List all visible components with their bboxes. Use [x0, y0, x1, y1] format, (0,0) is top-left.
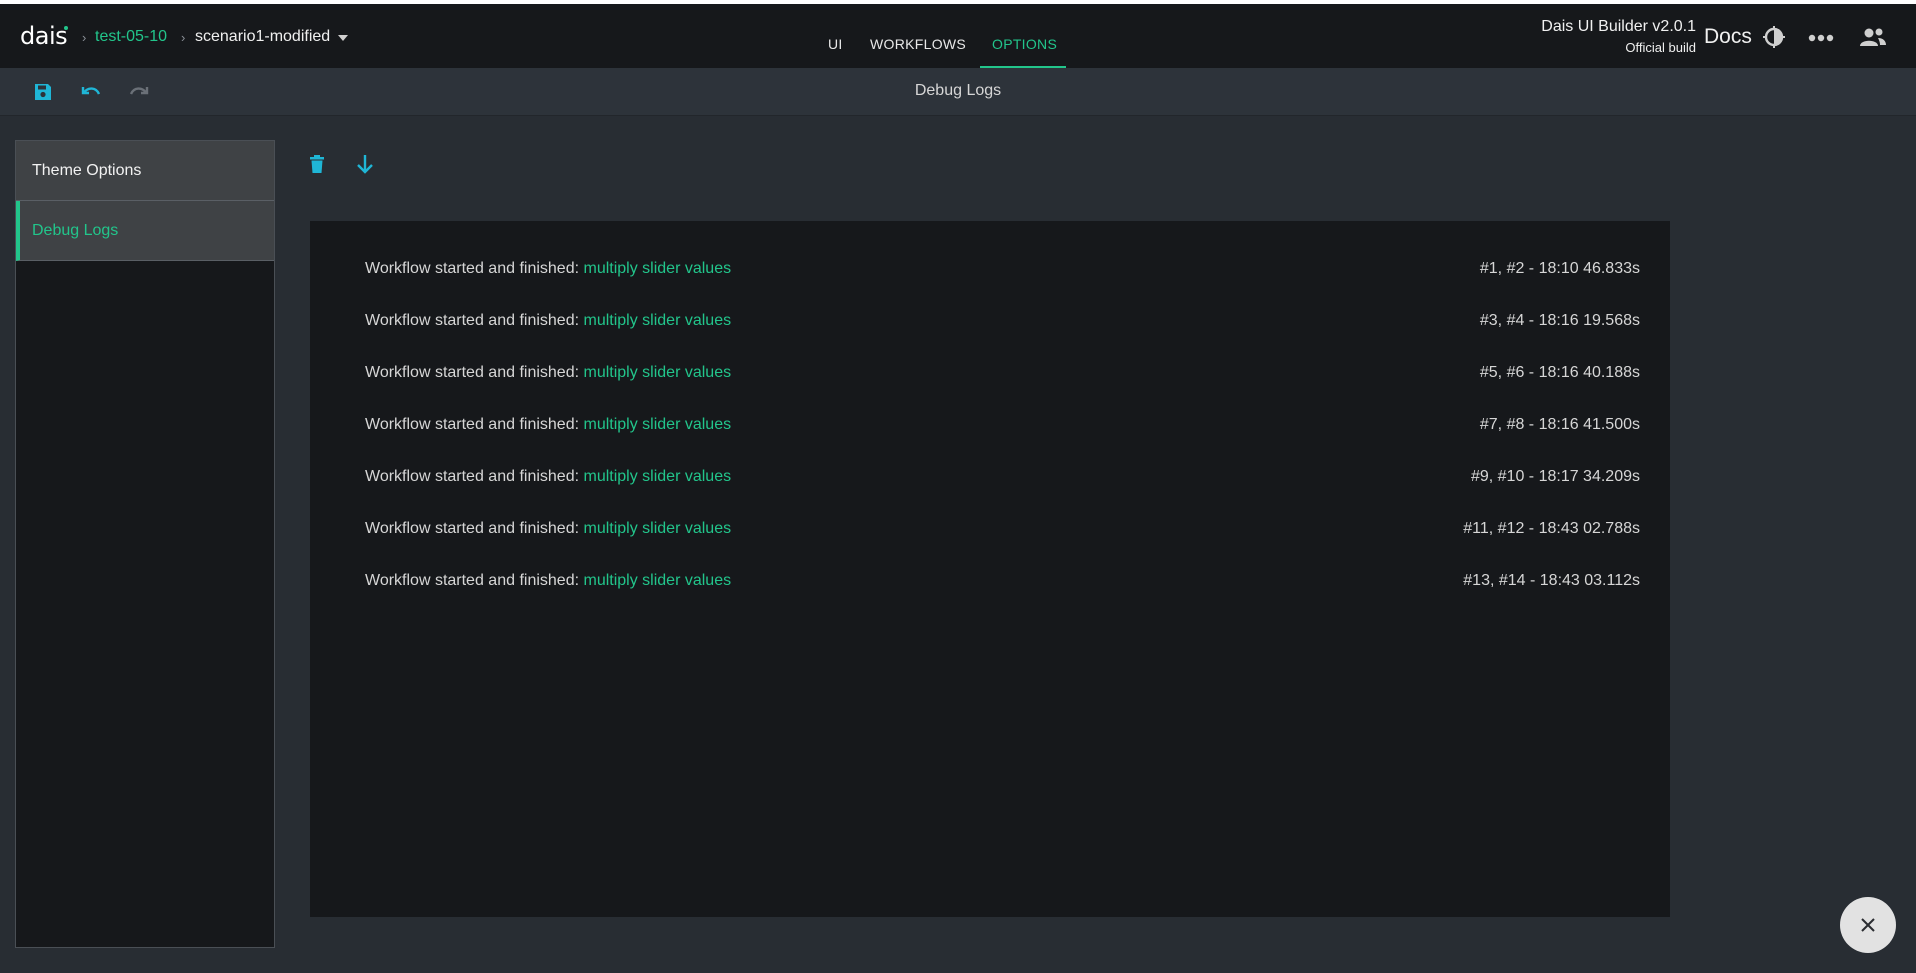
top-navbar: dais › test-05-10 › scenario1-modified U… — [0, 4, 1916, 68]
log-workflow-link[interactable]: multiply slider values — [583, 364, 731, 381]
log-message: Workflow started and finished: multiply … — [365, 364, 731, 382]
log-entry: Workflow started and finished: multiply … — [365, 572, 1640, 594]
log-entry: Workflow started and finished: multiply … — [365, 312, 1640, 334]
sidebar-item-theme-options[interactable]: Theme Options — [16, 141, 274, 201]
log-message: Workflow started and finished: multiply … — [365, 416, 731, 434]
log-workflow-link[interactable]: multiply slider values — [583, 572, 731, 589]
log-entry: Workflow started and finished: multiply … — [365, 364, 1640, 386]
log-message: Workflow started and finished: multiply … — [365, 520, 731, 538]
builder-version: Dais UI Builder v2.0.1 — [1541, 18, 1696, 35]
log-prefix: Workflow started and finished: — [365, 260, 584, 277]
log-timestamp: #1, #2 - 18:10 46.833s — [1479, 260, 1640, 277]
log-prefix: Workflow started and finished: — [365, 520, 584, 537]
log-entry: Workflow started and finished: multiply … — [365, 468, 1640, 490]
breadcrumb-separator: › — [181, 30, 186, 45]
breadcrumb-separator: › — [82, 30, 87, 45]
log-entry: Workflow started and finished: multiply … — [365, 416, 1640, 438]
breadcrumb-scenario[interactable]: scenario1-modified — [195, 28, 330, 46]
log-workflow-link[interactable]: multiply slider values — [583, 520, 731, 537]
theme-toggle-icon[interactable] — [1762, 25, 1786, 54]
log-workflow-link[interactable]: multiply slider values — [583, 468, 731, 485]
log-prefix: Workflow started and finished: — [365, 416, 584, 433]
log-workflow-link[interactable]: multiply slider values — [583, 260, 731, 277]
tab-ui[interactable]: UI — [828, 36, 843, 52]
log-timestamp: #5, #6 - 18:16 40.188s — [1479, 364, 1640, 381]
options-sidebar: Theme Options Debug Logs — [15, 140, 275, 948]
chevron-down-icon[interactable] — [338, 35, 348, 41]
build-type: Official build — [1625, 40, 1696, 55]
logo-accent-dot — [64, 26, 68, 30]
editor-toolbar: Debug Logs — [0, 68, 1916, 116]
arrow-down-icon[interactable] — [353, 152, 377, 176]
more-options-icon[interactable] — [1808, 28, 1834, 53]
log-timestamp: #13, #14 - 18:43 03.112s — [1463, 572, 1640, 589]
users-icon[interactable] — [1859, 26, 1887, 53]
log-prefix: Workflow started and finished: — [365, 468, 584, 485]
log-prefix: Workflow started and finished: — [365, 364, 584, 381]
log-prefix: Workflow started and finished: — [365, 572, 584, 589]
log-entry: Workflow started and finished: multiply … — [365, 520, 1640, 542]
log-workflow-link[interactable]: multiply slider values — [583, 312, 731, 329]
page-title: Debug Logs — [914, 82, 1002, 99]
log-timestamp: #9, #10 - 18:17 34.209s — [1470, 468, 1640, 485]
log-prefix: Workflow started and finished: — [365, 312, 584, 329]
debug-log-panel: Workflow started and finished: multiply … — [310, 221, 1670, 917]
log-timestamp: #7, #8 - 18:16 41.500s — [1479, 416, 1640, 433]
log-message: Workflow started and finished: multiply … — [365, 468, 731, 486]
sidebar-item-debug-logs[interactable]: Debug Logs — [16, 201, 274, 261]
log-workflow-link[interactable]: multiply slider values — [583, 416, 731, 433]
breadcrumb-project[interactable]: test-05-10 — [95, 28, 167, 46]
log-message: Workflow started and finished: multiply … — [365, 572, 731, 590]
tab-options[interactable]: OPTIONS — [992, 36, 1057, 52]
log-timestamp: #3, #4 - 18:16 19.568s — [1479, 312, 1640, 329]
trash-icon[interactable] — [305, 152, 329, 176]
tab-workflows[interactable]: WORKFLOWS — [870, 36, 966, 52]
log-message: Workflow started and finished: multiply … — [365, 312, 731, 330]
close-button[interactable] — [1840, 897, 1896, 953]
docs-link[interactable]: Docs — [1704, 25, 1752, 49]
close-icon — [1861, 918, 1875, 932]
log-message: Workflow started and finished: multiply … — [365, 260, 731, 278]
log-timestamp: #11, #12 - 18:43 02.788s — [1463, 520, 1640, 537]
log-entry: Workflow started and finished: multiply … — [365, 260, 1640, 282]
dais-logo[interactable]: dais — [20, 22, 68, 50]
